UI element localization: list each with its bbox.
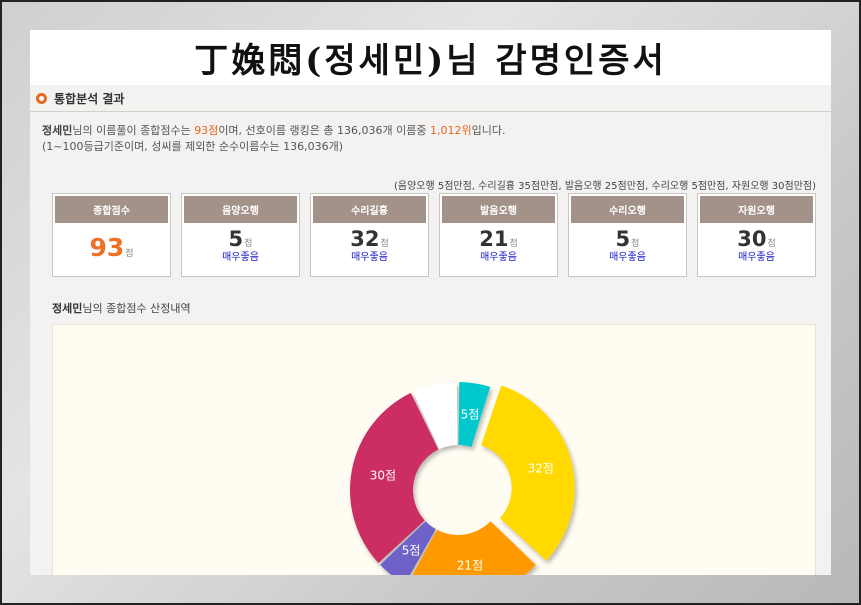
score-grade: 매우좋음 <box>222 252 259 263</box>
donut-slice-label-1: 32점 <box>528 462 554 476</box>
breakdown-text: 님의 종합점수 산정내역 <box>82 302 191 315</box>
score-box-label: 수리오행 <box>571 196 684 223</box>
summary-text: 정세민님의 이름풀이 종합점수는 93점이며, 선호이름 랭킹은 총 136,0… <box>42 123 822 155</box>
score-box-value: 93점 <box>53 233 170 262</box>
summary-text-a: 님의 이름풀이 종합점수는 <box>72 124 195 137</box>
score-grade: 매우좋음 <box>738 252 775 263</box>
donut-slice-label-2: 21점 <box>457 559 483 573</box>
summary-text-b: 이며, 선호이름 랭킹은 총 136,036개 이름중 <box>218 124 430 137</box>
section-title: 통합분석 결과 <box>54 91 125 106</box>
score-box-label: 음양오행 <box>184 196 297 223</box>
section-header: 통합분석 결과 <box>30 85 831 112</box>
score-grade: 매우좋음 <box>351 252 388 263</box>
score-grade: 매우좋음 <box>480 252 517 263</box>
score-box-jawon: 자원오행 30점 매우좋음 <box>697 193 816 277</box>
score-box-label: 종합점수 <box>55 196 168 223</box>
summary-name: 정세민 <box>42 124 73 137</box>
page-title: 丁婏悶(정세민)님 감명인증서 <box>194 41 667 81</box>
score-donut-chart: 5점 32점 21점 5점 30점 <box>350 382 575 575</box>
score-unit: 점 <box>125 249 134 259</box>
score-grade: 매우좋음 <box>609 252 646 263</box>
summary-line-2: (1~100등급기준이며, 성씨를 제외한 순수이름수는 136,036개) <box>42 140 344 153</box>
score-box-suri-gilhyung: 수리길흉 32점 매우좋음 <box>310 193 429 277</box>
breakdown-label: 정세민님의 종합점수 산정내역 <box>52 300 191 316</box>
total-score-text: 93점 <box>194 124 219 137</box>
donut-slice-label-3: 5점 <box>402 543 421 557</box>
summary-line-1: 정세민님의 이름풀이 종합점수는 93점이며, 선호이름 랭킹은 총 136,0… <box>42 123 822 139</box>
donut-slice-label-4: 30점 <box>370 469 396 483</box>
scoring-criteria: (음양오행 5점만점, 수리길흉 35점만점, 발음오행 25점만점, 수리오행… <box>393 181 816 192</box>
summary-text-c: 입니다. <box>471 124 506 137</box>
score-box-label: 자원오행 <box>700 196 813 223</box>
bullet-icon <box>36 92 47 104</box>
score-boxes: 종합점수 93점 음양오행 5점 매우좋음 수리길흉 32점 매우좋음 발음오행… <box>52 193 816 277</box>
donut-slice-label-0: 5점 <box>461 407 480 421</box>
score-box-pronunciation: 발음오행 21점 매우좋음 <box>439 193 558 277</box>
score-box-label: 발음오행 <box>442 196 555 223</box>
breakdown-name: 정세민 <box>52 302 83 315</box>
score-box-yinyang: 음양오행 5점 매우좋음 <box>181 193 300 277</box>
score-number: 93 <box>89 233 125 262</box>
rank-text: 1,012위 <box>429 124 472 137</box>
score-box-suri-ohaeng: 수리오행 5점 매우좋음 <box>568 193 687 277</box>
score-box-total: 종합점수 93점 <box>52 193 171 277</box>
score-box-label: 수리길흉 <box>313 196 426 223</box>
chart-panel: 5점 32점 21점 5점 30점 <box>52 324 816 575</box>
certificate-card: 丁婏悶(정세민)님 감명인증서 통합분석 결과 정세민님의 이름풀이 종합점수는… <box>30 30 831 575</box>
title-bar: 丁婏悶(정세민)님 감명인증서 <box>30 30 831 85</box>
